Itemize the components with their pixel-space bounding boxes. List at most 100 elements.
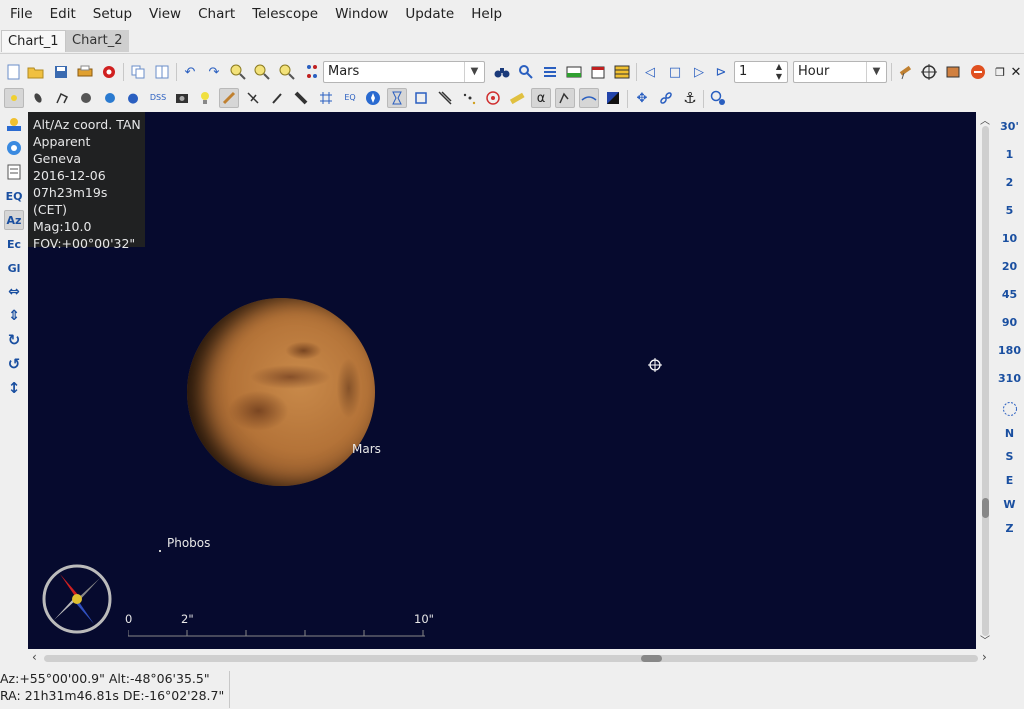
label-edit-icon[interactable] [555, 88, 575, 108]
menu-setup[interactable]: Setup [83, 6, 139, 22]
zoom-in-icon[interactable] [228, 62, 248, 82]
horizontal-scroll-thumb[interactable] [641, 655, 662, 662]
view-east-button[interactable]: E [995, 469, 1024, 491]
binoculars-icon[interactable] [492, 62, 512, 82]
eq-grid-icon[interactable]: EQ [340, 88, 360, 108]
horizon-fill-icon[interactable] [579, 88, 599, 108]
frame-icon[interactable] [411, 88, 431, 108]
crosshair-target-icon[interactable] [919, 62, 939, 82]
open-folder-icon[interactable] [26, 62, 46, 82]
view-zenith-button[interactable]: Z [995, 517, 1024, 539]
globe-icon[interactable] [4, 138, 24, 158]
fast-forward-icon[interactable]: ⊳ [711, 62, 731, 82]
fov-180-button[interactable]: 180 [995, 339, 1024, 361]
grid-eq-icon[interactable] [267, 88, 287, 108]
move-icon[interactable]: ✥ [632, 88, 652, 108]
lines-toggle-icon[interactable] [76, 88, 96, 108]
telescope-abort-icon[interactable] [968, 62, 988, 82]
nebula-toggle-icon[interactable] [28, 88, 48, 108]
rotate-right-icon[interactable]: ↻ [4, 330, 24, 350]
tab-chart-1[interactable]: Chart_1 [1, 30, 66, 52]
eq-projection-button[interactable]: EQ [4, 186, 24, 206]
menu-window[interactable]: Window [325, 6, 395, 22]
step-count-spinbox[interactable]: 1 ▲ ▼ [734, 61, 788, 83]
fov-30-arcmin-button[interactable]: 30' [995, 115, 1024, 137]
menu-view[interactable]: View [139, 6, 188, 22]
save-icon[interactable] [51, 62, 71, 82]
zoom-object-icon[interactable] [708, 88, 728, 108]
menu-file[interactable]: File [0, 6, 40, 22]
link-icon[interactable] [656, 88, 676, 108]
stop-icon[interactable]: □ [665, 62, 685, 82]
flip-horizontal-icon[interactable]: ⇔ [4, 282, 24, 302]
print-icon[interactable] [75, 62, 95, 82]
ecliptic-icon[interactable] [435, 88, 455, 108]
fov-5-button[interactable]: 5 [995, 199, 1024, 221]
az-projection-button[interactable]: Az [4, 210, 24, 230]
undo-icon[interactable]: ↶ [180, 62, 200, 82]
milky-way-icon[interactable] [291, 88, 311, 108]
flip-vertical-icon[interactable]: ⇕ [4, 306, 24, 326]
duplicate-chart-icon[interactable] [128, 62, 148, 82]
phobos-dot[interactable] [159, 550, 161, 552]
view-west-button[interactable]: W [995, 493, 1024, 515]
menu-edit[interactable]: Edit [40, 6, 83, 22]
object-type-icon[interactable] [302, 62, 322, 82]
telescope-control-icon[interactable] [943, 62, 963, 82]
camera-icon[interactable] [172, 88, 192, 108]
chart-horizontal-scrollbar[interactable]: ‹ › [28, 649, 994, 668]
scroll-right-icon[interactable]: › [982, 650, 987, 664]
compass-rose-icon[interactable] [363, 88, 383, 108]
fov-20-button[interactable]: 20 [995, 255, 1024, 277]
tab-chart-2[interactable]: Chart_2 [66, 30, 129, 52]
calendar-icon[interactable] [588, 62, 608, 82]
vertical-stretch-icon[interactable]: ↕ [4, 378, 24, 398]
time-unit-combo[interactable]: Hour ▼ [793, 61, 887, 83]
scroll-up-icon[interactable]: ︿ [980, 112, 990, 127]
find-zoom-icon[interactable] [277, 62, 297, 82]
constellation-toggle-icon[interactable] [52, 88, 72, 108]
pen-icon[interactable] [219, 88, 239, 108]
asteroid-toggle-icon[interactable]: ● [123, 88, 143, 108]
tile-charts-icon[interactable] [152, 62, 172, 82]
step-forward-icon[interactable]: ▷ [689, 62, 709, 82]
menu-update[interactable]: Update [395, 6, 461, 22]
sky-chart[interactable]: Alt/Az coord. TAN Apparent Geneva 2016-1… [28, 112, 976, 649]
fov-2-button[interactable]: 2 [995, 171, 1024, 193]
horizon-icon[interactable] [564, 62, 584, 82]
all-sky-icon[interactable] [995, 398, 1024, 420]
galactic-projection-button[interactable]: Gl [4, 258, 24, 278]
restore-window-icon[interactable]: ❐ [993, 62, 1007, 82]
constellation-boundary-icon[interactable] [387, 88, 407, 108]
scroll-left-icon[interactable]: ‹ [32, 650, 37, 664]
notes-icon[interactable] [4, 162, 24, 182]
config-gear-icon[interactable] [99, 62, 119, 82]
grid-icon[interactable] [316, 88, 336, 108]
planet-toggle-icon[interactable] [100, 88, 120, 108]
night-vision-icon[interactable] [603, 88, 623, 108]
ruler-icon[interactable] [507, 88, 527, 108]
view-south-button[interactable]: S [995, 445, 1024, 467]
vertical-scroll-thumb[interactable] [982, 498, 989, 518]
object-search-combo[interactable]: Mars ▼ [323, 61, 485, 83]
target-icon[interactable] [483, 88, 503, 108]
zoom-out-icon[interactable] [252, 62, 272, 82]
time-config-icon[interactable] [612, 62, 632, 82]
ecliptic-projection-button[interactable]: Ec [4, 234, 24, 254]
fov-90-button[interactable]: 90 [995, 311, 1024, 333]
asterism-icon[interactable] [243, 88, 263, 108]
chevron-down-icon[interactable]: ▼ [464, 62, 484, 82]
redo-icon[interactable]: ↷ [204, 62, 224, 82]
alpha-labels-icon[interactable]: α [531, 88, 551, 108]
menu-telescope[interactable]: Telescope [242, 6, 325, 22]
new-chart-icon[interactable] [4, 62, 24, 82]
menu-help[interactable]: Help [461, 6, 509, 22]
search-person-icon[interactable] [516, 62, 536, 82]
menu-chart[interactable]: Chart [188, 6, 242, 22]
horizon-landscape-icon[interactable] [4, 114, 24, 134]
fov-310-button[interactable]: 310 [995, 367, 1024, 389]
dss-image-icon[interactable]: DSS [146, 88, 170, 108]
stars-toggle-icon[interactable] [4, 88, 24, 108]
scroll-down-icon[interactable]: ﹀ [980, 632, 990, 647]
view-north-button[interactable]: N [995, 422, 1024, 444]
